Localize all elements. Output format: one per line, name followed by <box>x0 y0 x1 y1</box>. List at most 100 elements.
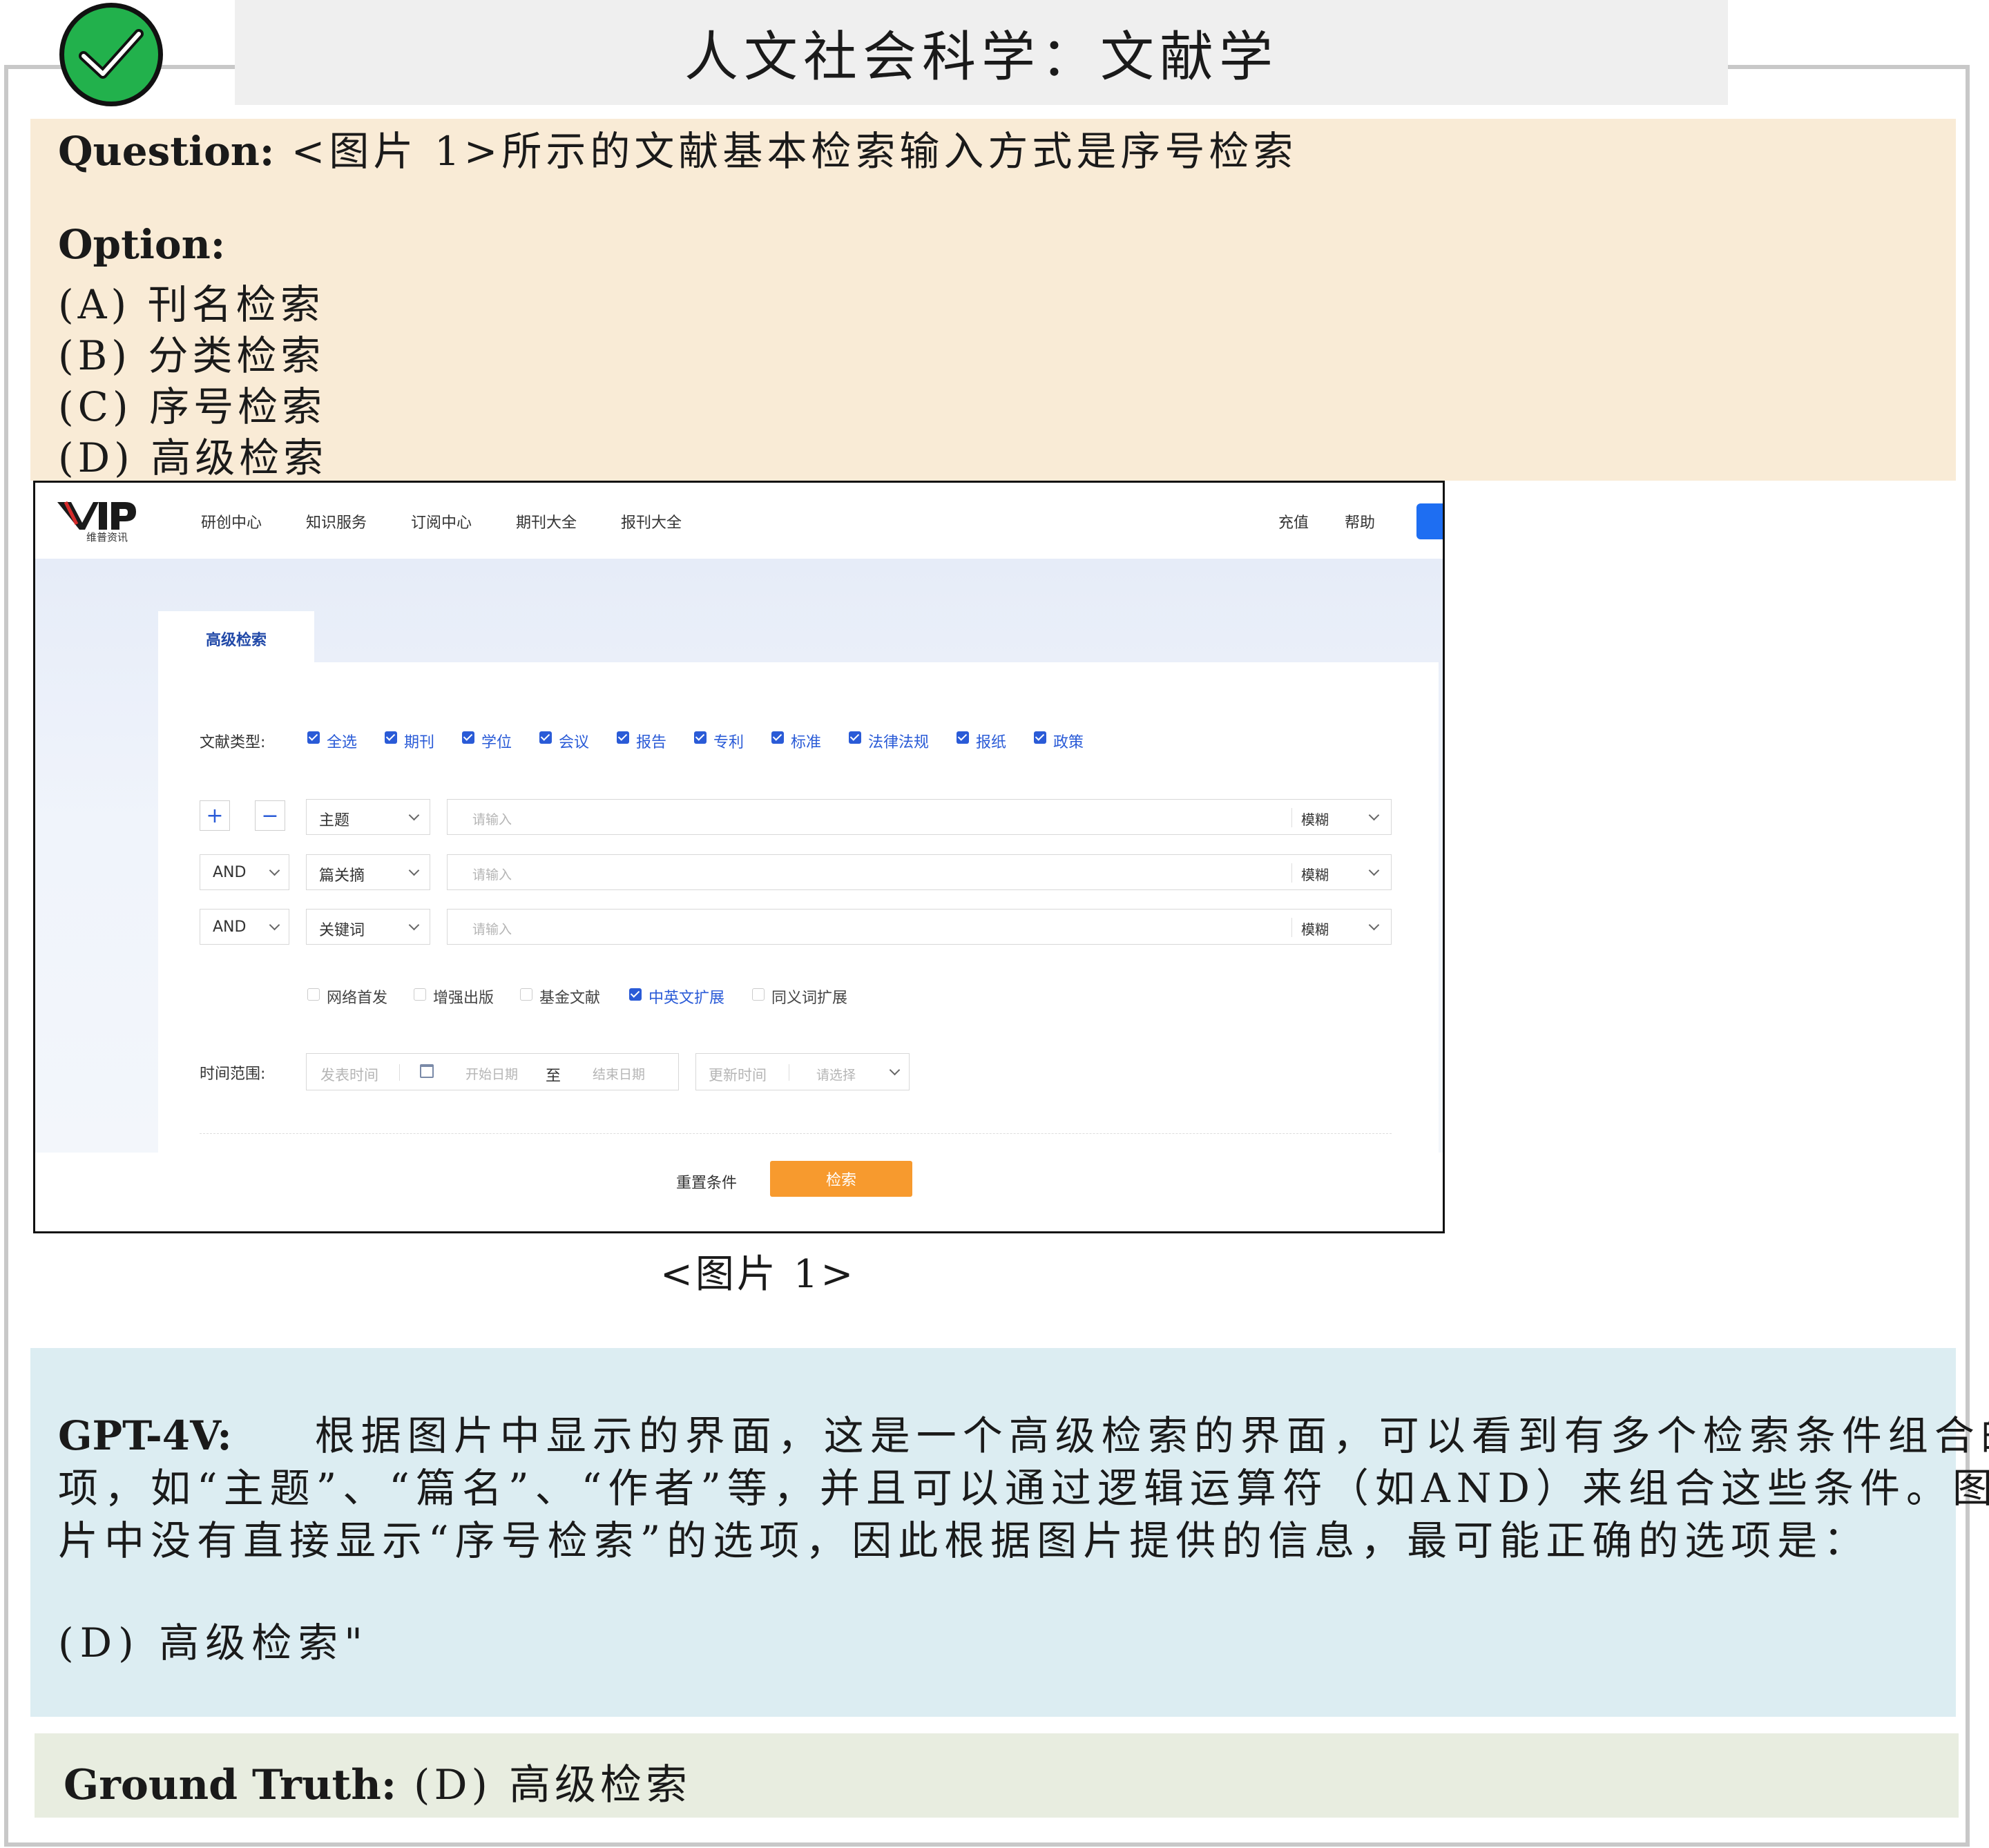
field-select-1[interactable]: 主题 <box>306 799 430 835</box>
search-input-3[interactable]: 请输入 模糊 <box>447 909 1392 945</box>
chevron-down-icon <box>1368 919 1380 931</box>
nav-journals[interactable]: 期刊大全 <box>516 510 577 532</box>
tab-advanced-search[interactable]: 高级检索 <box>158 611 314 666</box>
doctype-report: 报告 <box>636 734 667 751</box>
ext-synonym: 同义词扩展 <box>771 990 848 1007</box>
gpt-line-3: 片中没有直接显示“序号检索”的选项，因此根据图片提供的信息，最可能正确的选项是： <box>58 1517 1870 1564</box>
doctype-newspaper: 报纸 <box>976 734 1007 751</box>
checkbox-policy[interactable] <box>1034 731 1046 744</box>
page-title: 人文社会科学：文献学 <box>235 0 1728 105</box>
chevron-down-icon <box>269 919 280 931</box>
search-input-2-placeholder: 请输入 <box>472 867 512 883</box>
checkbox-fund[interactable] <box>520 988 532 1001</box>
nav-knowledge[interactable]: 知识服务 <box>306 510 367 532</box>
reset-button[interactable]: 重置条件 <box>676 1171 737 1193</box>
question-panel: Question: <图片 1>所示的文献基本检索输入方式是序号检索 Optio… <box>30 119 1956 481</box>
end-date[interactable]: 结束日期 <box>593 1064 645 1083</box>
logic-select-2-value: AND <box>213 864 247 881</box>
checkbox-enhanced[interactable] <box>414 988 426 1001</box>
doctype-standard: 标准 <box>791 734 822 751</box>
ext-cn-en: 中英文扩展 <box>648 990 725 1007</box>
publish-time-label: 发表时间 <box>320 1067 378 1084</box>
logic-select-3-value: AND <box>213 918 247 936</box>
question-text: Question: <图片 1>所示的文献基本检索输入方式是序号检索 <box>58 128 1298 175</box>
ext-enhanced: 增强出版 <box>433 990 494 1007</box>
add-row-button[interactable]: + <box>200 800 230 831</box>
doctype-policy: 政策 <box>1053 734 1084 751</box>
update-time-select[interactable]: 更新时间 请选择 <box>695 1053 910 1090</box>
logic-select-3[interactable]: AND <box>200 909 289 945</box>
chevron-down-icon <box>1368 865 1380 876</box>
start-date[interactable]: 开始日期 <box>465 1064 518 1083</box>
checkbox-conference[interactable] <box>539 731 552 744</box>
gpt-line-2: 项，如“主题”、“篇名”、“作者”等，并且可以通过逻辑运算符（如AND）来组合这… <box>58 1465 1989 1512</box>
checkbox-report[interactable] <box>617 731 629 744</box>
match-select-2[interactable]: 模糊 <box>1301 864 1329 884</box>
correct-check-icon <box>59 3 163 106</box>
doctype-conference: 会议 <box>559 734 590 751</box>
doctype-journal: 期刊 <box>404 734 435 751</box>
chevron-down-icon <box>408 809 420 821</box>
please-select: 请选择 <box>816 1068 856 1083</box>
chevron-down-icon <box>269 865 280 876</box>
checkbox-synonym[interactable] <box>752 988 765 1001</box>
chevron-down-icon <box>889 1064 901 1076</box>
checkbox-standard[interactable] <box>771 731 784 744</box>
update-time-label: 更新时间 <box>709 1067 767 1084</box>
chevron-down-icon <box>408 865 420 876</box>
vip-logo: 维普资讯 <box>56 499 139 543</box>
chevron-down-icon <box>1368 809 1380 821</box>
vip-search-screenshot: 维普资讯 研创中心 知识服务 订阅中心 期刊大全 报刊大全 充值 帮助 高级检索… <box>33 481 1445 1233</box>
top-nav: 维普资讯 研创中心 知识服务 订阅中心 期刊大全 报刊大全 充值 帮助 <box>35 483 1443 559</box>
search-input-1-placeholder: 请输入 <box>472 812 512 827</box>
option-a: (A) 刊名检索 <box>58 281 325 328</box>
logic-select-2[interactable]: AND <box>200 854 289 890</box>
field-select-1-value: 主题 <box>319 812 350 829</box>
nav-newspapers[interactable]: 报刊大全 <box>621 510 682 532</box>
option-b: (B) 分类检索 <box>58 332 325 379</box>
ext-fund: 基金文献 <box>539 990 601 1007</box>
option-c: (C) 序号检索 <box>58 383 327 430</box>
doc-type-label: 文献类型: <box>200 734 266 751</box>
checkbox-all[interactable] <box>307 731 320 744</box>
nav-research[interactable]: 研创中心 <box>201 510 262 532</box>
logo-subtitle: 维普资讯 <box>86 531 128 543</box>
checkbox-patent[interactable] <box>694 731 707 744</box>
login-button[interactable] <box>1416 503 1443 539</box>
search-button[interactable]: 检索 <box>770 1161 912 1197</box>
doctype-law: 法律法规 <box>868 734 930 751</box>
gpt-answer-panel: GPT-4V: 根据图片中显示的界面，这是一个高级检索的界面，可以看到有多个检索条… <box>30 1348 1989 1717</box>
checkbox-newspaper[interactable] <box>957 731 969 744</box>
date-to-label: 至 <box>546 1068 561 1085</box>
figure-caption: <图片 1> <box>660 1252 856 1297</box>
checkbox-cn-en[interactable] <box>629 988 642 1001</box>
time-range-label: 时间范围: <box>200 1066 266 1083</box>
ground-truth-panel: Ground Truth: (D) 高级检索 <box>35 1733 1959 1818</box>
calendar-icon <box>420 1064 434 1078</box>
match-select-3[interactable]: 模糊 <box>1301 918 1329 939</box>
doctype-patent: 专利 <box>713 734 744 751</box>
checkbox-law[interactable] <box>849 731 861 744</box>
options-label: Option: <box>58 221 226 268</box>
nav-recharge[interactable]: 充值 <box>1278 510 1309 532</box>
checkbox-journal[interactable] <box>385 731 397 744</box>
field-select-2[interactable]: 篇关摘 <box>306 854 430 890</box>
gpt-line-1: GPT-4V: 根据图片中显示的界面，这是一个高级检索的界面，可以看到有多个检索条… <box>58 1412 1989 1459</box>
search-input-2[interactable]: 请输入 模糊 <box>447 854 1392 890</box>
search-input-1[interactable]: 请输入 模糊 <box>447 799 1392 835</box>
ground-truth: Ground Truth: (D) 高级检索 <box>64 1761 692 1809</box>
checkbox-online-first[interactable] <box>307 988 320 1001</box>
chevron-down-icon <box>408 919 420 931</box>
match-select-1[interactable]: 模糊 <box>1301 809 1329 829</box>
date-range-input[interactable]: 发表时间 开始日期 至 结束日期 <box>306 1053 679 1090</box>
field-select-3-value: 关键词 <box>319 922 365 939</box>
ext-online-first: 网络首发 <box>327 990 388 1007</box>
nav-help[interactable]: 帮助 <box>1345 510 1375 532</box>
remove-row-button[interactable]: − <box>255 800 285 831</box>
field-select-3[interactable]: 关键词 <box>306 909 430 945</box>
nav-subscribe[interactable]: 订阅中心 <box>411 510 472 532</box>
checkbox-degree[interactable] <box>462 731 474 744</box>
divider <box>200 1133 1392 1134</box>
doctype-all: 全选 <box>327 734 358 751</box>
gpt-answer: (D) 高级检索" <box>58 1619 369 1666</box>
